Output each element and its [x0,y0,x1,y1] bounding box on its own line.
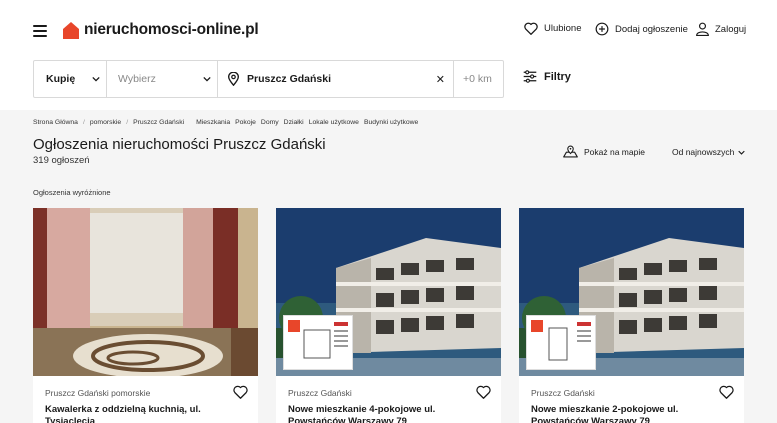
favorites-link[interactable]: Ulubione [524,22,582,35]
favorites-label: Ulubione [544,23,582,34]
category-link[interactable]: Domy [261,119,279,126]
filters-button[interactable]: Filtry [523,70,571,83]
sliders-icon [523,70,537,83]
login-link[interactable]: Zaloguj [696,22,746,36]
site-header: nieruchomosci-online.pl Ulubione Dodaj o… [0,0,777,60]
listing-location: Pruszcz Gdański pomorskie [45,388,151,398]
site-logo[interactable]: nieruchomosci-online.pl [63,21,259,39]
location-input[interactable]: Pruszcz Gdański ✕ [218,61,454,97]
location-value: Pruszcz Gdański [247,73,332,85]
search-area: Kupię Wybierz Pruszcz Gdański ✕ +0 km Fi… [0,60,777,110]
category-link[interactable]: Budynki użytkowe [364,119,418,126]
listing-title[interactable]: Kawalerka z oddzielną kuchnią, ul. Tysią… [45,404,225,423]
category-link[interactable]: Mieszkania [196,119,230,126]
favorite-heart-icon[interactable] [476,385,491,399]
radius-value: +0 km [463,73,492,85]
listing-card[interactable]: Pruszcz Gdański Nowe mieszkanie 4-pokojo… [276,208,501,423]
breadcrumb-link[interactable]: Strona Główna [33,119,78,126]
category-link[interactable]: Pokoje [235,119,256,126]
listing-photo [519,208,744,376]
user-icon [696,22,709,36]
logo-text: nieruchomosci-online.pl [84,21,259,38]
listing-body: Pruszcz Gdański Nowe mieszkanie 4-pokojo… [276,376,501,423]
chevron-down-icon [203,76,211,82]
page-title: Ogłoszenia nieruchomości Pruszcz Gdański [33,136,326,153]
breadcrumb-link[interactable]: Pruszcz Gdański [133,119,184,126]
breadcrumb-link[interactable]: pomorskie [90,119,121,126]
menu-icon[interactable] [33,25,47,37]
listing-title[interactable]: Nowe mieszkanie 4-pokojowe ul. Powstańcó… [288,404,468,423]
favorite-heart-icon[interactable] [719,385,734,399]
plus-circle-icon [595,22,609,36]
filters-label: Filtry [544,70,571,83]
floor-plan-thumbnail [526,315,596,370]
login-label: Zaloguj [715,23,747,35]
listing-card[interactable]: Pruszcz Gdański Nowe mieszkanie 2-pokojo… [519,208,744,423]
transaction-value: Kupię [46,73,76,85]
location-pin-icon [228,72,239,86]
listing-count: 319 ogłoszeń [33,155,90,166]
property-type-placeholder: Wybierz [118,73,156,85]
featured-heading: Ogłoszenia wyróżnione [33,188,111,197]
house-logo-icon [63,21,79,39]
favorite-heart-icon[interactable] [233,385,248,399]
add-listing-label: Dodaj ogłoszenie [615,23,688,35]
breadcrumb: Strona Główna / pomorskie / Pruszcz Gdańsk… [33,119,419,126]
room-photo-illustration [33,208,258,376]
listing-body: Pruszcz Gdański Nowe mieszkanie 2-pokojo… [519,376,744,423]
listing-location: Pruszcz Gdański [288,388,352,398]
map-icon [563,145,578,158]
search-bar: Kupię Wybierz Pruszcz Gdański ✕ +0 km [33,60,504,98]
listing-title[interactable]: Nowe mieszkanie 2-pokojowe ul. Powstańcó… [531,404,711,423]
clear-location-icon[interactable]: ✕ [436,73,445,86]
listing-photo [276,208,501,376]
radius-select[interactable]: +0 km [454,61,503,97]
floor-plan-thumbnail [283,315,353,370]
show-map-button[interactable]: Pokaż na mapie [563,145,645,158]
sort-select[interactable]: Od najnowszych [672,147,746,157]
listing-card[interactable]: Pruszcz Gdański pomorskie Kawalerka z od… [33,208,258,423]
chevron-down-icon [738,150,746,155]
category-link[interactable]: Działki [284,119,304,126]
category-link[interactable]: Lokale użytkowe [309,119,359,126]
chevron-down-icon [92,76,100,82]
listing-body: Pruszcz Gdański pomorskie Kawalerka z od… [33,376,258,423]
property-type-select[interactable]: Wybierz [107,61,218,97]
listings-section: Strona Główna / pomorskie / Pruszcz Gdańsk… [0,110,777,423]
transaction-select[interactable]: Kupię [34,61,107,97]
add-listing-link[interactable]: Dodaj ogłoszenie [595,22,688,36]
show-map-label: Pokaż na mapie [584,146,645,157]
heart-icon [524,22,538,35]
listing-location: Pruszcz Gdański [531,388,595,398]
sort-label: Od najnowszych [672,147,735,157]
listing-photo [33,208,258,376]
